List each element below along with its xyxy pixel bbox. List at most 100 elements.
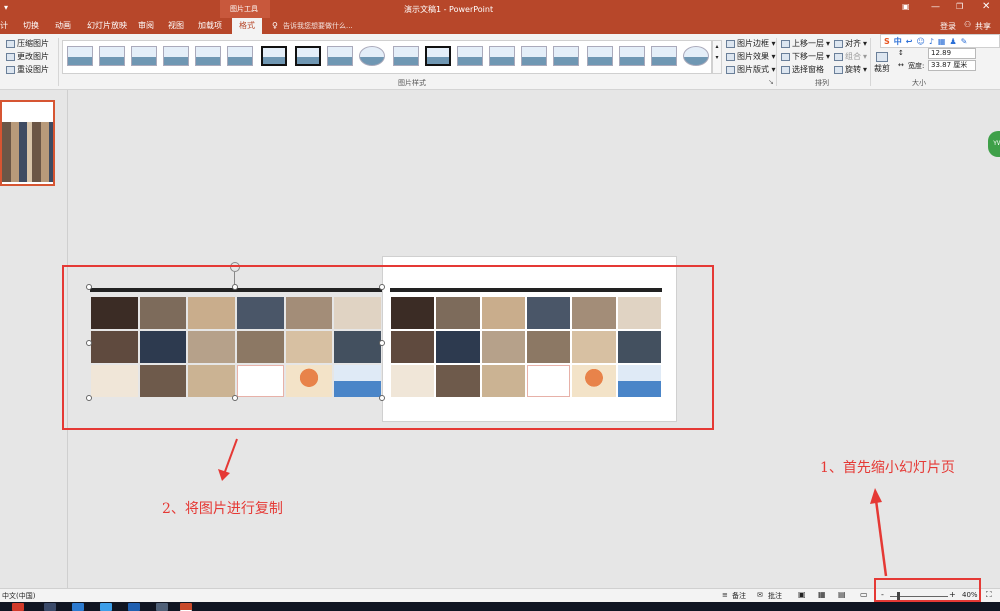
divider [776,38,777,86]
tab-animations[interactable]: 动画 [55,20,71,31]
share-icon[interactable]: ⚇ [964,20,971,29]
taskbar-powerpoint-icon[interactable] [180,603,192,611]
tell-me-input[interactable]: 告诉我您想要做什么... [283,21,353,31]
tools-icon[interactable]: ✎ [961,37,968,46]
style-thumb[interactable] [683,46,709,66]
group-button[interactable]: 组合 ▾ [834,51,867,62]
fit-slide-icon[interactable]: ⛶ [986,590,992,600]
tab-transitions[interactable]: 切换 [23,20,39,31]
style-thumb[interactable] [489,46,515,66]
sogou-logo-icon[interactable]: S [884,37,890,46]
keyboard-icon[interactable]: ▦ [938,37,946,46]
compress-pictures-button[interactable]: 压缩图片 [6,38,49,49]
style-thumb[interactable] [521,46,547,66]
start-icon[interactable] [12,603,24,611]
login-link[interactable]: 登录 [940,21,956,32]
taskbar-app-icon[interactable] [128,603,140,611]
tab-slideshow[interactable]: 幻灯片放映 [87,20,127,31]
mic-icon[interactable]: ♪ [929,37,934,46]
style-thumb[interactable] [651,46,677,66]
ribbon: 压缩图片 更改图片 重设图片 ▴ ▾ 图片样式 ↘ 图片边框 ▾ 图片效果 ▾ … [0,34,1000,90]
punctuation-icon[interactable]: ↩ [906,37,913,46]
picture-layout-button[interactable]: 图片版式 ▾ [726,64,776,75]
notes-button[interactable]: 备注 [732,591,746,601]
style-thumb[interactable] [587,46,613,66]
picture-effects-button[interactable]: 图片效果 ▾ [726,51,776,62]
change-picture-button[interactable]: 更改图片 [6,51,49,62]
lightbulb-icon: ♀ [272,21,278,30]
style-thumb[interactable] [393,46,419,66]
rotate-button[interactable]: 旋转 ▾ [834,64,867,75]
crop-icon [876,52,888,62]
change-picture-icon [6,52,15,61]
language-indicator[interactable]: 中文(中国) [2,591,35,601]
send-backward-label: 下移一层 [792,52,824,61]
picture-border-label: 图片边框 ▾ [737,39,776,48]
comments-button[interactable]: 批注 [768,591,782,601]
gallery-scroll[interactable]: ▴ ▾ [712,40,722,74]
maximize-button[interactable]: ❐ [956,2,963,11]
style-thumb[interactable] [131,46,157,66]
slide-sorter-icon[interactable]: ▦ [818,590,826,599]
height-field[interactable]: 12.89 [928,48,976,59]
minimize-button[interactable]: — [931,2,940,12]
align-button[interactable]: 对齐 ▾ [834,38,867,49]
annotation-arrow-up [870,488,888,577]
layout-icon [726,65,735,74]
taskbar-app-icon[interactable] [156,603,168,611]
taskbar-app-icon[interactable] [44,603,56,611]
slide-thumbnail[interactable] [0,100,55,186]
floating-assistant-badge[interactable]: YW [988,131,1000,157]
close-button[interactable]: ✕ [982,1,990,12]
send-backward-button[interactable]: 下移一层 ▾ [781,51,830,62]
picture-border-button[interactable]: 图片边框 ▾ [726,38,776,49]
height-icon: ↕ [898,49,904,57]
width-field[interactable]: 33.87 厘米 [928,60,976,71]
reset-picture-button[interactable]: 重设图片 [6,64,49,75]
style-thumb[interactable] [295,46,321,66]
border-icon [726,39,735,48]
picture-styles-gallery [62,40,712,74]
width-icon: ↔ [898,61,904,69]
style-thumb[interactable] [619,46,645,66]
reading-view-icon[interactable]: ▤ [838,590,846,599]
tab-format[interactable]: 格式 [232,18,262,34]
style-thumb[interactable] [195,46,221,66]
style-thumb[interactable] [227,46,253,66]
ime-mode-toggle[interactable]: 中 [894,36,902,47]
width-label: 宽度: [908,62,925,70]
style-thumb[interactable] [261,46,287,66]
ribbon-tab-bar: 计 切换 动画 幻灯片放映 审阅 视图 加载项 格式 ♀ 告诉我您想要做什么..… [0,18,1000,34]
style-thumb[interactable] [327,46,353,66]
selection-pane-label: 选择窗格 [792,65,824,74]
crop-button[interactable]: 裁剪 [874,52,890,74]
bring-forward-button[interactable]: 上移一层 ▾ [781,38,830,49]
style-thumb[interactable] [553,46,579,66]
emoji-icon[interactable]: ☺ [916,37,924,46]
skin-icon[interactable]: ♟ [949,37,956,46]
tab-view[interactable]: 视图 [168,20,184,31]
ribbon-display-icon[interactable]: ▣ [902,2,910,11]
share-button[interactable]: 共享 [975,21,991,32]
selection-pane-button[interactable]: 选择窗格 [781,64,824,75]
style-thumb[interactable] [359,46,385,66]
picture-effects-label: 图片效果 ▾ [737,52,776,61]
style-thumb[interactable] [99,46,125,66]
window-title: 演示文稿1 - PowerPoint [404,5,494,14]
normal-view-icon[interactable]: ▣ [798,590,806,599]
send-backward-icon [781,52,790,61]
group-label: 组合 [845,52,861,61]
style-thumb[interactable] [457,46,483,66]
tab-addins[interactable]: 加载项 [198,20,222,31]
style-thumb[interactable] [67,46,93,66]
style-thumb[interactable] [163,46,189,66]
tab-design[interactable]: 计 [0,20,8,31]
dialog-launcher-icon[interactable]: ↘ [768,78,774,86]
os-taskbar [0,602,1000,611]
style-thumb[interactable] [425,46,451,66]
quick-access-icon[interactable]: ▾ [4,3,8,12]
tab-review[interactable]: 审阅 [138,20,154,31]
taskbar-app-icon[interactable] [100,603,112,611]
taskbar-app-icon[interactable] [72,603,84,611]
slideshow-icon[interactable]: ▭ [860,590,868,599]
